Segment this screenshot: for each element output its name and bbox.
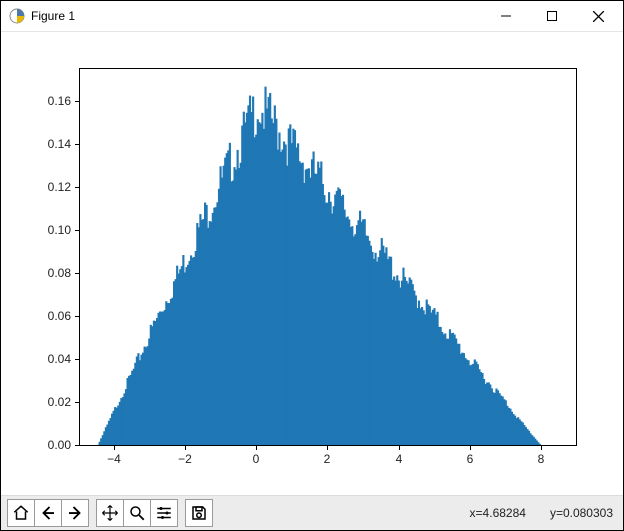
sliders-icon <box>155 504 173 522</box>
cursor-y: y=0.080303 <box>550 506 613 520</box>
y-tick-label: 0.10 <box>48 223 71 237</box>
y-tick-label: 0.12 <box>48 180 71 194</box>
y-tick-label: 0.08 <box>48 266 71 280</box>
x-tick-label: 0 <box>253 452 260 466</box>
zoom-icon <box>128 504 146 522</box>
back-button[interactable] <box>34 499 62 527</box>
y-tick-label: 0.00 <box>48 438 71 452</box>
axes-frame[interactable] <box>79 68 577 446</box>
save-button[interactable] <box>185 499 213 527</box>
home-button[interactable] <box>7 499 35 527</box>
figure-window: Figure 1 0.00 0.02 0.04 0.06 0.08 0.10 0… <box>0 0 624 531</box>
close-button[interactable] <box>575 1 621 31</box>
save-icon <box>190 504 208 522</box>
y-tick-label: 0.06 <box>48 309 71 323</box>
x-tick-mark <box>470 446 471 450</box>
window-title: Figure 1 <box>31 9 75 23</box>
cursor-x: x=4.68284 <box>470 506 526 520</box>
move-icon <box>101 504 119 522</box>
x-tick-mark <box>327 446 328 450</box>
arrow-right-icon <box>66 504 84 522</box>
x-tick-label: 6 <box>467 452 474 466</box>
y-tick-label: 0.14 <box>48 137 71 151</box>
chart-canvas <box>80 69 576 445</box>
home-icon <box>12 504 30 522</box>
titlebar: Figure 1 <box>1 1 623 32</box>
matplotlib-toolbar <box>7 499 213 527</box>
plot-area: 0.00 0.02 0.04 0.06 0.08 0.10 0.12 0.14 … <box>1 32 623 495</box>
x-tick-mark <box>114 446 115 450</box>
y-tick-label: 0.16 <box>48 94 71 108</box>
x-tick-label: −2 <box>178 452 192 466</box>
x-tick-label: 2 <box>324 452 331 466</box>
cursor-readout: x=4.68284 y=0.080303 <box>470 506 613 520</box>
app-icon <box>9 8 25 24</box>
x-tick-label: 4 <box>396 452 403 466</box>
x-tick-mark <box>185 446 186 450</box>
maximize-button[interactable] <box>529 1 575 31</box>
forward-button[interactable] <box>61 499 89 527</box>
x-tick-label: 8 <box>538 452 545 466</box>
x-tick-mark <box>256 446 257 450</box>
x-tick-mark <box>399 446 400 450</box>
statusbar: x=4.68284 y=0.080303 <box>1 495 623 530</box>
configure-subplots-button[interactable] <box>150 499 178 527</box>
y-tick-label: 0.02 <box>48 395 71 409</box>
y-tick-label: 0.04 <box>48 352 71 366</box>
x-tick-mark <box>541 446 542 450</box>
arrow-left-icon <box>39 504 57 522</box>
x-tick-label: −4 <box>107 452 121 466</box>
pan-button[interactable] <box>96 499 124 527</box>
zoom-button[interactable] <box>123 499 151 527</box>
minimize-button[interactable] <box>483 1 529 31</box>
